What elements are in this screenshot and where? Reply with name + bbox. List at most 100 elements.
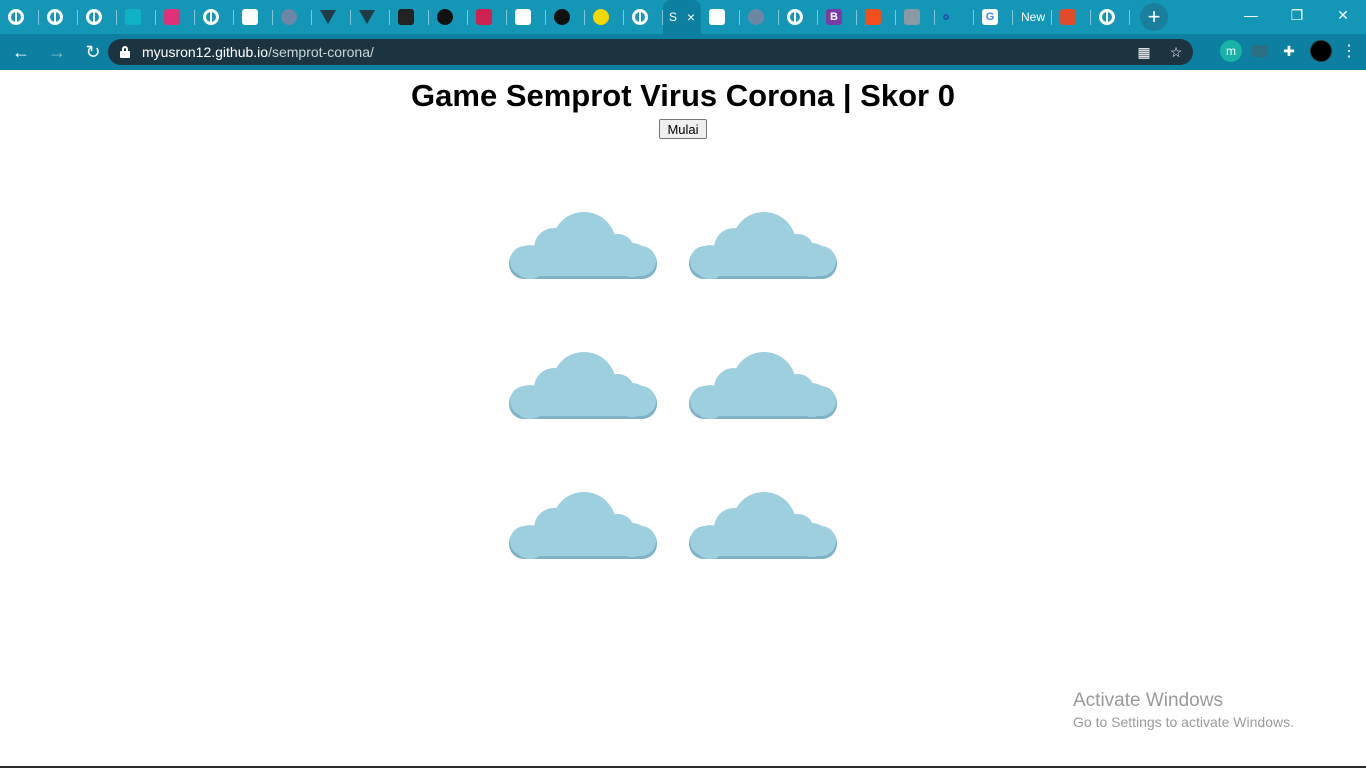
- watermark-line1: Activate Windows: [1073, 690, 1223, 711]
- tab-after-3[interactable]: B: [818, 0, 857, 34]
- bookmark-star-icon[interactable]: ☆: [1167, 43, 1185, 61]
- minimize-button[interactable]: —: [1228, 0, 1274, 30]
- striped-app-icon: [476, 9, 492, 25]
- cloud-hole[interactable]: [508, 492, 658, 562]
- address-bar[interactable]: myusron12.github.io/semprot-corona/ ▦ ☆: [108, 39, 1193, 65]
- cloud-icon: [509, 492, 657, 559]
- tab-8[interactable]: [312, 0, 351, 34]
- globe-icon: [47, 9, 63, 25]
- tab-13[interactable]: [507, 0, 546, 34]
- tab-11[interactable]: [429, 0, 468, 34]
- cloud-icon: [689, 352, 837, 419]
- start-button[interactable]: Mulai: [659, 119, 707, 139]
- tab-end-1[interactable]: [1091, 0, 1130, 34]
- omnibox-actions: ▦ ☆: [1135, 43, 1185, 61]
- globe-icon: [86, 9, 102, 25]
- tab-14[interactable]: [546, 0, 585, 34]
- tab-list: [0, 0, 663, 34]
- extensions-puzzle-icon[interactable]: ✚: [1278, 40, 1300, 62]
- tab-5[interactable]: [195, 0, 234, 34]
- blue-app-icon: [242, 9, 258, 25]
- tab-15[interactable]: [585, 0, 624, 34]
- tab-4[interactable]: [156, 0, 195, 34]
- cloud-hole[interactable]: [688, 212, 838, 282]
- tab-1[interactable]: [39, 0, 78, 34]
- title-text: Game Semprot Virus Corona | Skor: [411, 78, 930, 113]
- tab-after-2[interactable]: [779, 0, 818, 34]
- tab-7[interactable]: [273, 0, 312, 34]
- tab-12[interactable]: [468, 0, 507, 34]
- tab-title: S: [669, 10, 678, 24]
- triangle-icon: [359, 10, 375, 24]
- triangle-icon: [320, 10, 336, 24]
- globe-icon: [203, 9, 219, 25]
- browser-toolbar: ← → ↻ myusron12.github.io/semprot-corona…: [0, 34, 1366, 70]
- tab-end-0[interactable]: [1052, 0, 1091, 34]
- layers-icon: [904, 9, 920, 25]
- globe-icon: [8, 9, 24, 25]
- lock-icon[interactable]: [120, 46, 130, 58]
- cloud-hole[interactable]: [688, 492, 838, 562]
- tab-list-after: BG: [701, 0, 1013, 34]
- activate-windows-watermark: Activate Windows Go to Settings to activ…: [1073, 690, 1294, 730]
- close-tab-icon[interactable]: ×: [687, 9, 695, 25]
- tab-title: New: [1021, 10, 1046, 24]
- extensions-area: m ✚ ⋮: [1220, 40, 1357, 62]
- google-icon: G: [982, 9, 998, 25]
- close-window-button[interactable]: ✕: [1320, 0, 1366, 30]
- tab-after-7[interactable]: G: [974, 0, 1013, 34]
- dark-app-icon: [398, 9, 414, 25]
- codepen-icon: [515, 9, 531, 25]
- tab-3[interactable]: [117, 0, 156, 34]
- cloud-icon: [689, 492, 837, 559]
- tab-after-5[interactable]: [896, 0, 935, 34]
- watermark-line2: Go to Settings to activate Windows.: [1073, 714, 1294, 730]
- extension-m-icon[interactable]: m: [1220, 40, 1242, 62]
- globe-icon: [632, 9, 648, 25]
- github-icon: [437, 9, 453, 25]
- cloud-hole[interactable]: [688, 352, 838, 422]
- score-value: 0: [937, 78, 955, 113]
- globe-icon: [787, 9, 803, 25]
- tab-after-4[interactable]: [857, 0, 896, 34]
- reload-button[interactable]: ↻: [78, 37, 108, 67]
- tab-10[interactable]: [390, 0, 429, 34]
- cloud-icon: [509, 212, 657, 279]
- tab-active[interactable]: S ×: [663, 0, 701, 34]
- square-app-icon: [125, 9, 141, 25]
- red-app-icon: [1060, 9, 1076, 25]
- tab-6[interactable]: [234, 0, 273, 34]
- tab-16[interactable]: [624, 0, 663, 34]
- tab-after-6[interactable]: [935, 0, 974, 34]
- dot-icon: [943, 14, 949, 20]
- tab-after-0[interactable]: [701, 0, 740, 34]
- tab-9[interactable]: [351, 0, 390, 34]
- pacman-icon: [593, 9, 609, 25]
- profile-avatar[interactable]: [1310, 40, 1332, 62]
- url-text[interactable]: myusron12.github.io/semprot-corona/: [142, 44, 374, 60]
- url-path: /semprot-corona/: [268, 44, 374, 60]
- sphere-icon: [748, 9, 764, 25]
- qr-code-icon[interactable]: ▦: [1135, 43, 1153, 61]
- forward-button[interactable]: →: [42, 37, 72, 67]
- cloud-icon: [509, 352, 657, 419]
- page-title: Game Semprot Virus Corona | Skor 0: [0, 78, 1366, 114]
- tab-strip: S × BG New + — ❐ ✕: [0, 0, 1366, 34]
- tab-list-end: [1052, 0, 1130, 34]
- window-controls: — ❐ ✕: [1228, 0, 1366, 34]
- tab-2[interactable]: [78, 0, 117, 34]
- globe-icon: [1099, 9, 1115, 25]
- new-tab-button[interactable]: +: [1140, 3, 1168, 31]
- bootstrap-icon: B: [826, 9, 842, 25]
- cloud-hole[interactable]: [508, 212, 658, 282]
- tab-new-tab[interactable]: New: [1013, 0, 1052, 34]
- cloud-hole[interactable]: [508, 352, 658, 422]
- back-button[interactable]: ←: [6, 37, 36, 67]
- github-icon: [554, 9, 570, 25]
- extension-card-icon[interactable]: [1252, 45, 1268, 57]
- tab-0[interactable]: [0, 0, 39, 34]
- browser-menu-icon[interactable]: ⋮: [1341, 40, 1357, 62]
- c-app-icon: [164, 9, 180, 25]
- restore-button[interactable]: ❐: [1274, 0, 1320, 30]
- tab-after-1[interactable]: [740, 0, 779, 34]
